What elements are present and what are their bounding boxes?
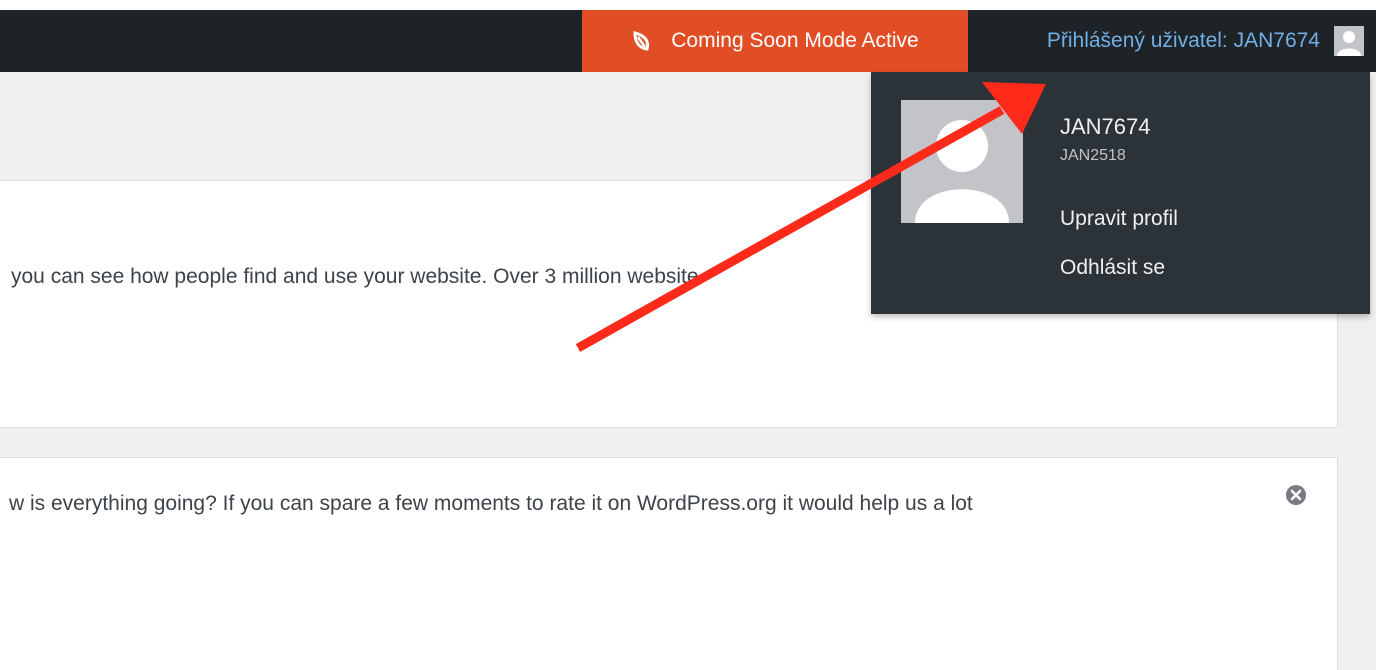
user-avatar-small-icon [1334, 26, 1364, 56]
coming-soon-mode-button[interactable]: Coming Soon Mode Active [582, 10, 968, 72]
dismiss-icon[interactable] [1285, 484, 1307, 506]
user-display-name[interactable]: JAN7674 [1060, 114, 1151, 140]
rating-notice: w is everything going? If you can spare … [0, 457, 1338, 670]
analytics-notice-text: you can see how people find and use your… [11, 265, 699, 288]
user-avatar-large-icon [901, 100, 1023, 223]
my-account-menu[interactable]: Přihlášený uživatel: JAN7674 [970, 10, 1376, 72]
logged-in-user-label: Přihlášený uživatel: JAN7674 [1046, 29, 1320, 52]
wordpress-admin-page: you can see how people find and use your… [0, 0, 1376, 670]
coming-soon-label: Coming Soon Mode Active [671, 29, 919, 52]
rating-notice-text: w is everything going? If you can spare … [9, 492, 973, 515]
user-username: JAN2518 [1060, 147, 1126, 164]
seedprod-leaf-icon [631, 30, 653, 52]
edit-profile-link[interactable]: Upravit profil [1060, 207, 1178, 231]
user-account-dropdown: JAN7674 JAN2518 Upravit profil Odhlásit … [871, 72, 1370, 314]
logout-link[interactable]: Odhlásit se [1060, 256, 1165, 280]
